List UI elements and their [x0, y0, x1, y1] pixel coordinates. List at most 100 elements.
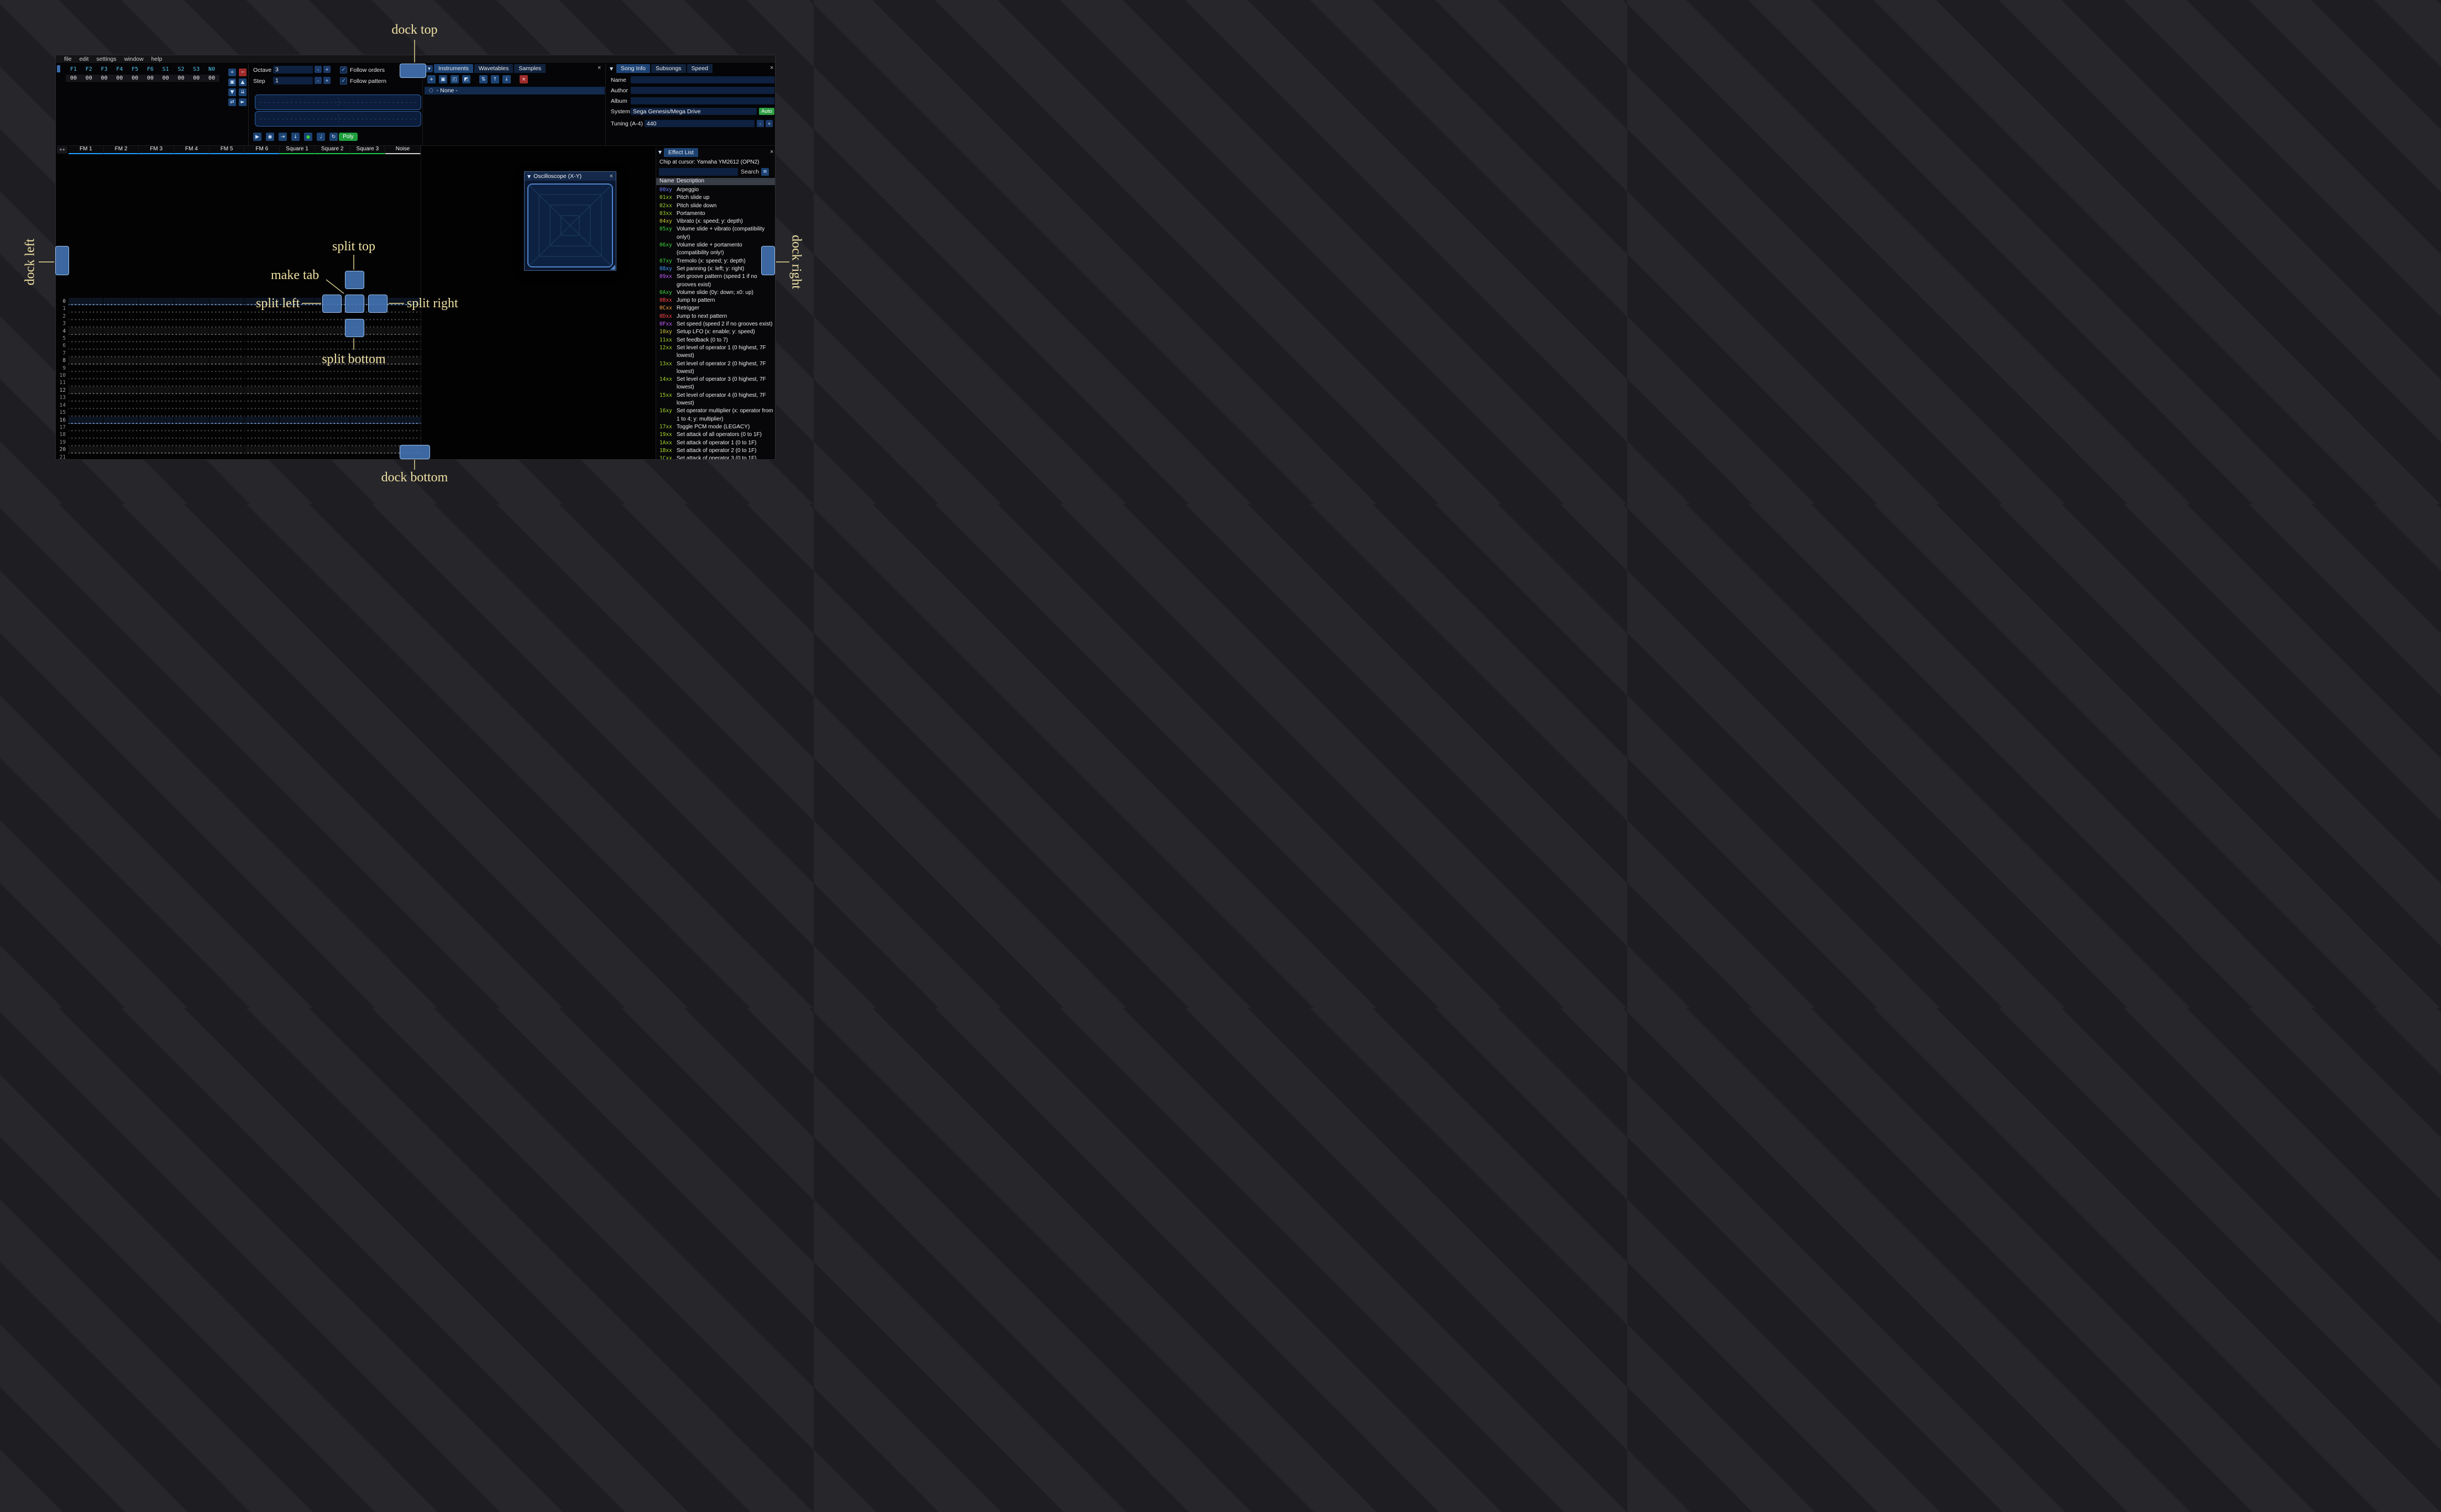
pattern-row[interactable]: 14 — [56, 401, 421, 410]
dock-right-target[interactable] — [761, 246, 775, 275]
octave-increase-button[interactable]: + — [323, 66, 331, 73]
order-cell[interactable]: 00 — [127, 75, 143, 81]
pattern-row[interactable]: 11 — [56, 379, 421, 387]
duplicate-instrument-button[interactable]: ▣ — [439, 75, 447, 83]
pattern-row-cells[interactable] — [69, 327, 421, 335]
author-field[interactable] — [631, 87, 774, 94]
pattern-row[interactable]: 3 — [56, 320, 421, 328]
pattern-row-cells[interactable] — [69, 453, 421, 459]
menu-item[interactable]: file — [60, 56, 75, 62]
pattern-row[interactable]: 6 — [56, 342, 421, 350]
tab-wavetables[interactable]: Wavetables — [474, 64, 514, 73]
follow-pattern-checkbox[interactable]: ✓ — [340, 77, 347, 85]
pattern-row[interactable]: 19 — [56, 438, 421, 447]
octave-input[interactable]: 3 — [273, 66, 313, 74]
tab-subsongs[interactable]: Subsongs — [651, 64, 686, 73]
order-row[interactable]: 00 00 00 00 00 00 00 00 00 00 — [66, 75, 219, 82]
pattern-row[interactable]: 13 — [56, 394, 421, 402]
pattern-row[interactable]: 12 — [56, 386, 421, 395]
dock-left-target[interactable] — [55, 246, 69, 275]
pattern-row[interactable]: 1 — [56, 305, 421, 313]
oscilloscope-title-bar[interactable]: ▼ Oscilloscope (X-Y) × — [525, 172, 616, 181]
order-cell[interactable]: 00 — [143, 75, 158, 81]
pattern-row[interactable]: 18 — [56, 431, 421, 439]
tuning-field[interactable]: 440 — [645, 120, 755, 127]
pattern-row[interactable]: 20 — [56, 446, 421, 454]
pattern-channel-header[interactable]: FM 5 — [209, 146, 245, 154]
follow-orders-checkbox[interactable]: ✓ — [340, 66, 347, 74]
pattern-row[interactable]: 4 — [56, 327, 421, 335]
oscilloscope-xy-window[interactable]: ▼ Oscilloscope (X-Y) × — [524, 171, 616, 271]
menu-item[interactable]: edit — [75, 56, 92, 62]
collapse-arrow-icon[interactable]: ▼ — [610, 65, 613, 72]
order-duplicate-end-button[interactable]: ⇊ — [239, 88, 247, 96]
pattern-row-cells[interactable] — [69, 423, 421, 432]
close-icon[interactable]: × — [770, 149, 773, 155]
order-select-mode-button[interactable]: ► — [239, 98, 247, 106]
step-decrease-button[interactable]: - — [315, 77, 322, 84]
toggle-folders-button[interactable]: ⇅ — [479, 75, 488, 83]
tuning-increase-button[interactable]: + — [766, 120, 773, 127]
instrument-list-item-none[interactable]: ○ - None - — [425, 87, 605, 95]
order-cell[interactable]: 00 — [158, 75, 174, 81]
split-left-target[interactable] — [322, 295, 342, 313]
open-instrument-button[interactable]: ◰ — [451, 75, 459, 83]
pattern-options-button[interactable]: ++ — [57, 146, 67, 154]
system-field[interactable]: Sega Genesis/Mega Drive — [631, 108, 757, 115]
pattern-channel-header[interactable]: FM 6 — [244, 146, 280, 154]
close-icon[interactable]: × — [610, 173, 613, 180]
close-icon[interactable]: × — [770, 65, 773, 71]
play-once-button[interactable]: ⇥ — [279, 133, 287, 141]
pattern-row-cells[interactable] — [69, 401, 421, 410]
pattern-channel-header[interactable]: Square 3 — [350, 146, 386, 154]
tab-song-info[interactable]: Song Info — [616, 64, 650, 73]
close-icon[interactable]: × — [598, 65, 601, 71]
order-cell[interactable]: 00 — [204, 75, 219, 81]
pattern-row[interactable]: 2 — [56, 312, 421, 321]
effect-list-menu-button[interactable]: ≡ — [761, 168, 769, 176]
pattern-channel-header[interactable]: Square 2 — [315, 146, 350, 154]
split-right-target[interactable] — [368, 295, 387, 313]
play-pattern-button[interactable]: ◉ — [266, 133, 274, 141]
collapse-arrow-icon[interactable]: ▼ — [658, 149, 662, 156]
dock-bottom-target[interactable] — [400, 445, 430, 459]
pattern-channel-header[interactable]: Noise — [385, 146, 421, 154]
delete-instrument-button[interactable]: × — [520, 75, 528, 83]
pattern-row-cells[interactable] — [69, 446, 421, 454]
menu-item[interactable]: help — [148, 56, 166, 62]
pattern-row-cells[interactable] — [69, 335, 421, 343]
tab-list-arrow-button[interactable]: ▾ — [426, 65, 433, 72]
orders-drag-handle[interactable] — [57, 65, 60, 72]
order-cell[interactable]: 00 — [188, 75, 204, 81]
pattern-row[interactable]: 0 — [56, 298, 421, 306]
order-cell[interactable]: 00 — [97, 75, 112, 81]
metronome-button[interactable]: ♩ — [317, 133, 325, 141]
play-button[interactable]: ▶ — [253, 133, 261, 141]
order-duplicate-button[interactable]: ▣ — [228, 78, 236, 86]
step-input[interactable]: 1 — [273, 77, 313, 85]
menu-item[interactable]: window — [121, 56, 148, 62]
dock-top-target[interactable] — [400, 64, 426, 78]
add-instrument-button[interactable]: + — [427, 75, 436, 83]
collapse-arrow-icon[interactable]: ▼ — [527, 173, 531, 180]
make-tab-target[interactable] — [345, 295, 364, 313]
pattern-row-cells[interactable] — [69, 416, 421, 424]
order-add-button[interactable]: + — [228, 69, 236, 76]
pattern-row-cells[interactable] — [69, 342, 421, 350]
pattern-row-cells[interactable] — [69, 394, 421, 402]
order-cell[interactable]: 00 — [112, 75, 127, 81]
pattern-row-cells[interactable] — [69, 379, 421, 387]
pattern-row-cells[interactable] — [69, 438, 421, 447]
save-instrument-button[interactable]: ◩ — [462, 75, 470, 83]
pattern-row-cells[interactable] — [69, 409, 421, 417]
order-cell[interactable]: 00 — [81, 75, 97, 81]
pattern-channel-header[interactable]: FM 2 — [103, 146, 139, 154]
order-move-up-button[interactable]: ▲ — [239, 78, 247, 86]
split-top-target[interactable] — [345, 271, 364, 289]
pattern-row[interactable]: 10 — [56, 372, 421, 380]
edit-record-toggle-button[interactable]: ● — [304, 133, 312, 141]
resize-grip[interactable] — [610, 265, 615, 270]
tab-samples[interactable]: Samples — [514, 64, 546, 73]
order-cell[interactable]: 00 — [174, 75, 189, 81]
move-instrument-down-button[interactable]: ↓ — [502, 75, 511, 83]
